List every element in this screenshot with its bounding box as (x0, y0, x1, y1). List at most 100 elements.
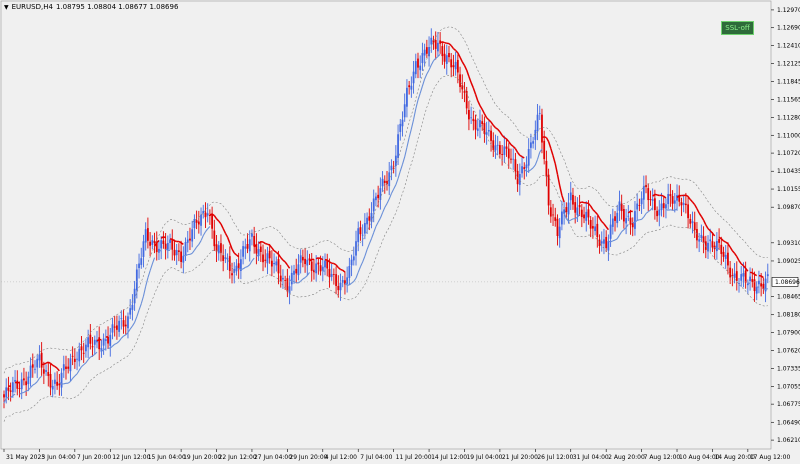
candle-body (560, 211, 563, 225)
ssl-segment (543, 136, 547, 139)
candle-body (129, 308, 132, 315)
price-tick-label: 1.08465 (777, 294, 800, 301)
candle-body (760, 283, 763, 287)
ssl-segment (608, 240, 611, 243)
candle-body (434, 39, 437, 49)
candle-body (335, 274, 337, 286)
price-tick-label: 1.07620 (777, 347, 800, 354)
candle-body (735, 271, 738, 281)
candle-body (122, 320, 125, 327)
candle-body (397, 134, 399, 158)
candle-body (744, 270, 747, 283)
candle-body (476, 128, 479, 131)
candle-body (587, 209, 590, 218)
candle-body (715, 241, 718, 252)
candle-body (647, 188, 650, 201)
candle-body (71, 355, 74, 357)
candle-body (131, 304, 134, 310)
ssl-segment (612, 239, 616, 242)
time-tick-label: 4 Jul 12:00 (325, 454, 357, 461)
candle-body (282, 277, 284, 280)
candle-body (711, 241, 714, 248)
candle-body (505, 146, 508, 149)
candle-body (138, 263, 140, 269)
candle-body (503, 146, 506, 156)
candle-body (459, 74, 461, 87)
candle-body (738, 283, 740, 284)
candle-body (295, 268, 298, 274)
candle-body (211, 214, 214, 229)
candle-body (352, 256, 355, 261)
candle-body (246, 243, 249, 249)
candle-body (742, 273, 745, 277)
candle-body (518, 174, 521, 185)
candle-body (149, 241, 152, 246)
ssl-segment (318, 257, 321, 260)
candle-body (596, 223, 599, 238)
ssl-segment (45, 361, 49, 364)
plot-area[interactable] (0, 0, 772, 450)
price-tick-label: 1.06490 (777, 419, 800, 426)
candle-body (421, 52, 424, 64)
candle-body (443, 53, 446, 62)
candle-body (616, 212, 619, 224)
candle-body (104, 339, 107, 341)
price-chart[interactable]: 1.12970 1.12690 1.12410 1.12125 1.11845 1.115… (0, 0, 800, 464)
candle-body (638, 205, 641, 206)
candle-body (441, 46, 444, 57)
candle-body (636, 203, 639, 210)
candle-body (330, 273, 333, 277)
candle-body (388, 172, 391, 187)
candle-body (662, 203, 665, 209)
candle-body (361, 234, 364, 236)
candle-body (585, 211, 588, 221)
candle-body (412, 71, 415, 84)
candle-body (166, 243, 169, 250)
candle-body (749, 276, 751, 282)
candle-body (729, 267, 732, 278)
candle-body (135, 269, 138, 291)
candle-body (47, 372, 50, 376)
chart-window[interactable]: 1.12970 1.12690 1.12410 1.12125 1.11845 1.115… (0, 0, 800, 464)
candle-body (640, 198, 643, 205)
candle-body (270, 260, 273, 267)
candle-body (483, 123, 486, 134)
candle-body (124, 324, 127, 327)
ssl-segment (315, 257, 319, 260)
ssl-segment (665, 208, 669, 211)
candle-body (487, 129, 490, 132)
candle-body (36, 358, 39, 368)
candle-body (653, 198, 656, 211)
candle-body (319, 265, 322, 272)
ssl-segment (586, 202, 589, 205)
candle-body (485, 132, 488, 135)
price-tick-label: 1.12690 (777, 25, 800, 32)
candle-body (450, 59, 453, 68)
candle-body (454, 61, 457, 70)
candle-body (580, 209, 583, 218)
candle-body (634, 211, 636, 229)
candle-body (556, 218, 559, 237)
candle-body (193, 218, 196, 229)
candle-body (372, 198, 375, 212)
candle-body (377, 194, 380, 199)
candle-body (698, 239, 701, 242)
candle-body (315, 263, 318, 274)
candle-body (346, 277, 349, 284)
candle-body (297, 264, 300, 276)
candle-body (691, 221, 694, 223)
candle-body (514, 159, 517, 172)
candle-body (67, 366, 70, 369)
candle-body (538, 113, 541, 114)
candle-body (507, 148, 510, 159)
candle-body (375, 196, 377, 201)
dropdown-triangle-icon[interactable]: ▼ (4, 4, 9, 11)
candle-body (631, 222, 634, 228)
candle-body (510, 158, 512, 160)
candle-body (751, 279, 754, 282)
candle-body (118, 320, 121, 332)
candle-body (82, 352, 85, 354)
ssl-toggle-button[interactable]: SSL-off (721, 21, 754, 35)
candle-body (696, 229, 698, 241)
candle-body (69, 358, 72, 372)
